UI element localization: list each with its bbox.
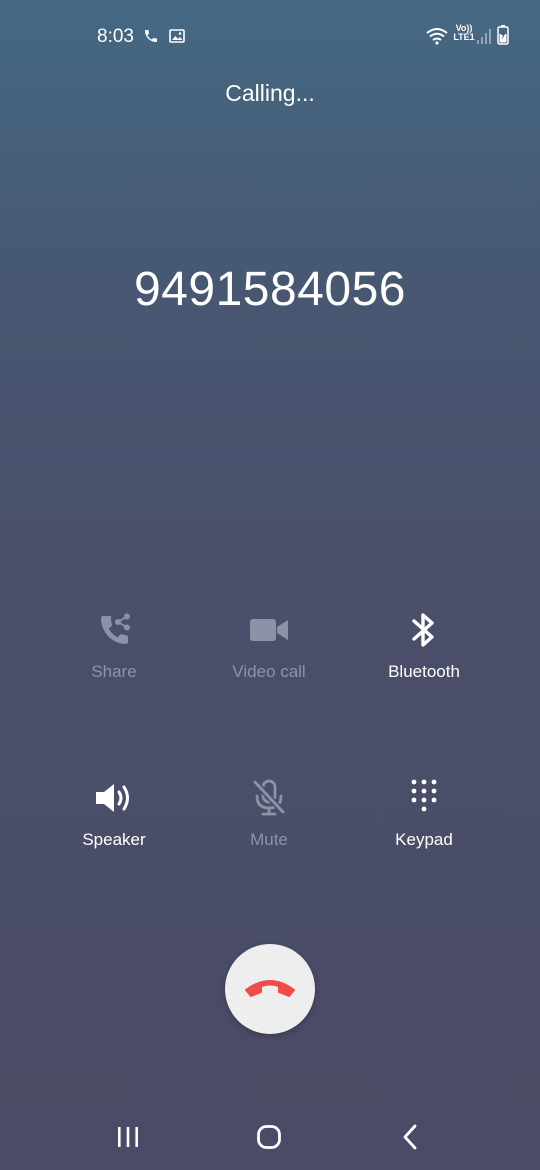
mute-button[interactable]: Mute [189, 779, 349, 850]
hang-up-icon [243, 975, 297, 1004]
status-bar: 8:03 Vo)) LTE1 [0, 22, 540, 54]
speaker-label: Speaker [82, 830, 146, 849]
video-call-label: Video call [232, 662, 306, 681]
keypad-button[interactable]: Keypad [344, 778, 504, 850]
network-label-bottom: LTE1 [453, 32, 475, 42]
speaker-button[interactable]: Speaker [34, 780, 194, 850]
end-call-button[interactable] [225, 944, 315, 1034]
video-camera-icon [249, 616, 289, 649]
bluetooth-label: Bluetooth [388, 662, 460, 681]
phone-number: 9491584056 [134, 263, 406, 316]
back-icon [401, 1124, 419, 1155]
wifi-icon [426, 27, 448, 50]
navigation-bar [0, 1115, 540, 1163]
video-call-button[interactable]: Video call [189, 612, 349, 682]
mute-label: Mute [250, 830, 288, 849]
volte-lte-icon: Vo)) LTE1 [451, 24, 477, 42]
signal-icon [477, 28, 491, 49]
home-icon [256, 1124, 282, 1155]
recent-apps-icon [116, 1126, 140, 1153]
keypad-label: Keypad [395, 830, 453, 849]
battery-icon [497, 25, 509, 50]
share-button[interactable]: Share [34, 612, 194, 682]
recent-apps-button[interactable] [98, 1115, 158, 1163]
bluetooth-icon [410, 611, 438, 654]
status-time: 8:03 [97, 26, 134, 47]
back-button[interactable] [380, 1115, 440, 1163]
call-status: Calling... [225, 80, 315, 106]
bluetooth-button[interactable]: Bluetooth [344, 612, 504, 682]
share-label: Share [91, 662, 137, 681]
home-button[interactable] [239, 1115, 299, 1163]
speaker-icon [94, 781, 134, 820]
share-call-icon [96, 612, 132, 653]
phone-icon [143, 28, 159, 49]
keypad-icon [410, 778, 438, 823]
mic-off-icon [251, 779, 287, 822]
image-icon [169, 28, 185, 49]
